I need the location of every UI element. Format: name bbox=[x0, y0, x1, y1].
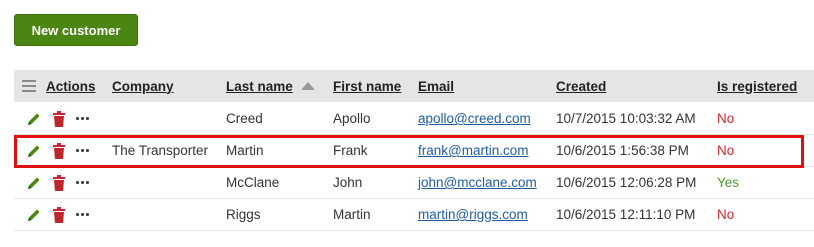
header-is-registered[interactable]: Is registered bbox=[717, 70, 797, 102]
cell-created: 10/7/2015 10:03:32 AM bbox=[556, 111, 696, 126]
row-actions bbox=[26, 103, 89, 134]
pencil-icon[interactable] bbox=[26, 207, 42, 223]
pencil-icon[interactable] bbox=[26, 111, 42, 127]
cell-first-name: Martin bbox=[333, 207, 371, 222]
table-row: McClane John john@mcclane.com 10/6/2015 12:… bbox=[14, 167, 814, 199]
cell-email: martin@riggs.com bbox=[418, 199, 528, 230]
more-actions-icon[interactable] bbox=[76, 213, 89, 216]
trash-icon[interactable] bbox=[52, 110, 66, 127]
header-email[interactable]: Email bbox=[418, 70, 454, 102]
header-company[interactable]: Company bbox=[112, 70, 174, 102]
cell-last-name: McClane bbox=[226, 175, 280, 190]
pencil-icon[interactable] bbox=[26, 143, 42, 159]
cell-email: frank@martin.com bbox=[418, 135, 528, 166]
cell-first-name: Apollo bbox=[333, 111, 371, 126]
cell-is-registered: No bbox=[717, 207, 735, 222]
cell-last-name: Riggs bbox=[226, 207, 261, 222]
more-actions-icon[interactable] bbox=[76, 149, 89, 152]
cell-last-name: Creed bbox=[226, 111, 263, 126]
more-actions-icon[interactable] bbox=[76, 181, 89, 184]
cell-created: 10/6/2015 12:06:28 PM bbox=[556, 175, 697, 190]
header-first-name[interactable]: First name bbox=[333, 70, 401, 102]
header-last-name-label[interactable]: Last name bbox=[226, 79, 293, 94]
table-row: The Transporter Martin Frank frank@martin.c… bbox=[14, 135, 814, 167]
cell-created: 10/6/2015 1:56:38 PM bbox=[556, 143, 689, 158]
column-menu-icon[interactable] bbox=[22, 70, 38, 102]
email-link[interactable]: martin@riggs.com bbox=[418, 207, 528, 222]
row-actions bbox=[26, 199, 89, 230]
trash-icon[interactable] bbox=[52, 142, 66, 159]
new-customer-button[interactable]: New customer bbox=[14, 14, 138, 46]
sort-ascending-icon bbox=[300, 82, 315, 90]
cell-is-registered: No bbox=[717, 111, 735, 126]
cell-first-name: Frank bbox=[333, 143, 368, 158]
row-actions bbox=[26, 167, 89, 198]
cell-is-registered: Yes bbox=[717, 175, 740, 190]
trash-icon[interactable] bbox=[52, 206, 66, 223]
table-row: Creed Apollo apollo@creed.com 10/7/2015 10:… bbox=[14, 103, 814, 135]
cell-is-registered: No bbox=[717, 143, 735, 158]
cell-company: The Transporter bbox=[112, 143, 209, 158]
cell-email: john@mcclane.com bbox=[418, 167, 537, 198]
cell-last-name: Martin bbox=[226, 143, 264, 158]
email-link[interactable]: apollo@creed.com bbox=[418, 111, 531, 126]
cell-email: apollo@creed.com bbox=[418, 103, 531, 134]
header-last-name[interactable]: Last name bbox=[226, 70, 315, 102]
row-actions bbox=[26, 135, 89, 166]
cell-first-name: John bbox=[333, 175, 363, 190]
header-actions: Actions bbox=[46, 78, 96, 94]
email-link[interactable]: john@mcclane.com bbox=[418, 175, 537, 190]
header-created[interactable]: Created bbox=[556, 70, 606, 102]
pencil-icon[interactable] bbox=[26, 175, 42, 191]
table-row: Riggs Martin martin@riggs.com 10/6/2015 12:… bbox=[14, 199, 814, 231]
customers-grid: Actions Company Last name First name Ema… bbox=[14, 70, 814, 231]
grid-header: Actions Company Last name First name Ema… bbox=[14, 70, 814, 102]
more-actions-icon[interactable] bbox=[76, 117, 89, 120]
cell-created: 10/6/2015 12:11:10 PM bbox=[556, 207, 696, 222]
email-link[interactable]: frank@martin.com bbox=[418, 143, 528, 158]
trash-icon[interactable] bbox=[52, 174, 66, 191]
